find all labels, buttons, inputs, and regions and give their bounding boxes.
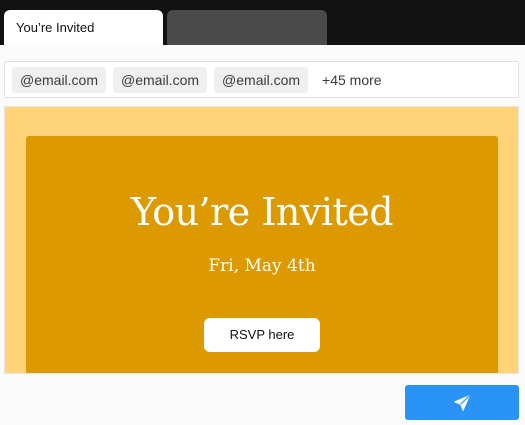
recipient-chip[interactable]: @email.com xyxy=(12,66,107,93)
invitation-title: You’re Invited xyxy=(130,190,394,234)
send-button[interactable] xyxy=(405,385,519,420)
recipient-chip[interactable]: @email.com xyxy=(113,66,208,93)
invitation-card: You’re Invited Fri, May 4th RSVP here xyxy=(26,136,498,373)
tab-bar: You’re Invited xyxy=(0,0,525,45)
recipient-chip[interactable]: @email.com xyxy=(214,66,309,93)
tab-youre-invited[interactable]: You’re Invited xyxy=(4,10,163,45)
paper-plane-icon xyxy=(453,394,471,412)
rsvp-button[interactable]: RSVP here xyxy=(204,318,320,352)
email-preview: You’re Invited Fri, May 4th RSVP here xyxy=(4,106,519,374)
email-composer: You’re Invited @email.com @email.com @em… xyxy=(0,0,525,425)
tab-untitled[interactable] xyxy=(167,10,327,45)
recipients-field[interactable]: @email.com @email.com @email.com +45 mor… xyxy=(4,61,519,98)
more-recipients-link[interactable]: +45 more xyxy=(322,72,382,88)
invitation-date: Fri, May 4th xyxy=(208,256,316,276)
